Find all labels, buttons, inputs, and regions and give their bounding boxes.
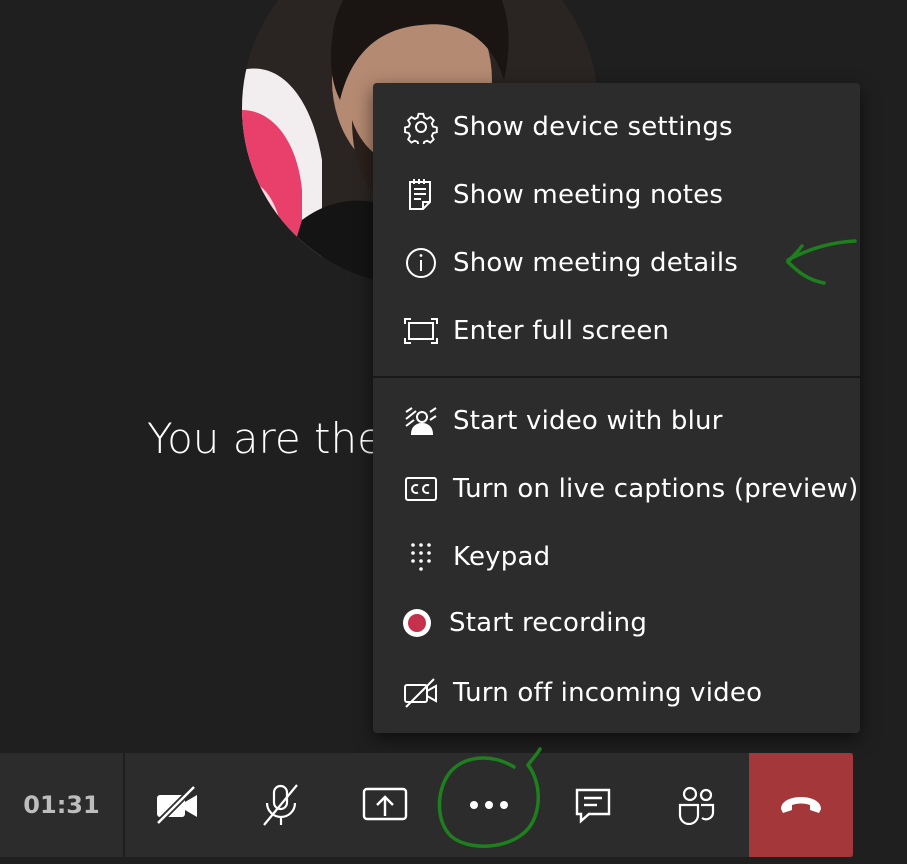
menu-item-label: Show meeting notes	[453, 180, 724, 210]
menu-item-incoming-video-off[interactable]: Turn off incoming video	[373, 664, 860, 722]
call-toolbar: 01:31	[0, 753, 853, 857]
menu-item-label: Show meeting details	[453, 248, 739, 278]
more-options-icon	[470, 801, 508, 809]
participants-icon	[678, 786, 715, 825]
menu-item-full-screen[interactable]: Enter full screen	[373, 302, 860, 360]
hang-up-button[interactable]	[749, 753, 853, 857]
video-off-icon	[403, 675, 439, 711]
menu-item-label: Show device settings	[453, 112, 733, 142]
captions-icon	[403, 471, 439, 507]
menu-item-meeting-notes[interactable]: Show meeting notes	[373, 166, 860, 224]
menu-item-live-captions[interactable]: Turn on live captions (preview)	[373, 460, 860, 518]
more-options-button[interactable]	[437, 753, 541, 857]
chat-icon	[575, 788, 611, 824]
blur-video-icon	[403, 403, 439, 439]
menu-item-label: Turn on live captions (preview)	[453, 474, 859, 504]
menu-separator	[373, 376, 860, 378]
lobby-message: You are the	[147, 414, 383, 463]
fullscreen-icon	[403, 313, 439, 349]
menu-item-keypad[interactable]: Keypad	[373, 528, 860, 586]
menu-item-video-blur[interactable]: Start video with blur	[373, 392, 860, 450]
keypad-icon	[403, 539, 439, 575]
camera-off-icon	[155, 785, 197, 825]
chat-button[interactable]	[541, 753, 645, 857]
menu-item-start-recording[interactable]: Start recording	[373, 594, 860, 652]
gear-icon	[403, 109, 439, 145]
menu-item-meeting-details[interactable]: Show meeting details	[373, 234, 860, 292]
menu-item-label: Keypad	[453, 542, 551, 572]
menu-item-label: Turn off incoming video	[453, 678, 763, 708]
hang-up-icon	[781, 797, 821, 813]
menu-item-label: Enter full screen	[453, 316, 670, 346]
share-screen-button[interactable]	[333, 753, 437, 857]
record-icon	[399, 605, 435, 641]
menu-item-label: Start recording	[449, 608, 648, 638]
mic-off-icon	[263, 784, 298, 826]
share-screen-icon	[362, 787, 408, 821]
camera-toggle-button[interactable]	[125, 753, 229, 857]
notes-icon	[403, 177, 439, 213]
call-timer: 01:31	[0, 753, 125, 857]
info-icon	[403, 245, 439, 281]
participants-button[interactable]	[645, 753, 749, 857]
call-stage: You are the Show device settings Show me…	[0, 0, 907, 864]
more-options-menu: Show device settings Show meeting notes	[373, 83, 860, 733]
menu-item-device-settings[interactable]: Show device settings	[373, 98, 860, 156]
mic-toggle-button[interactable]	[229, 753, 333, 857]
menu-item-label: Start video with blur	[453, 406, 723, 436]
